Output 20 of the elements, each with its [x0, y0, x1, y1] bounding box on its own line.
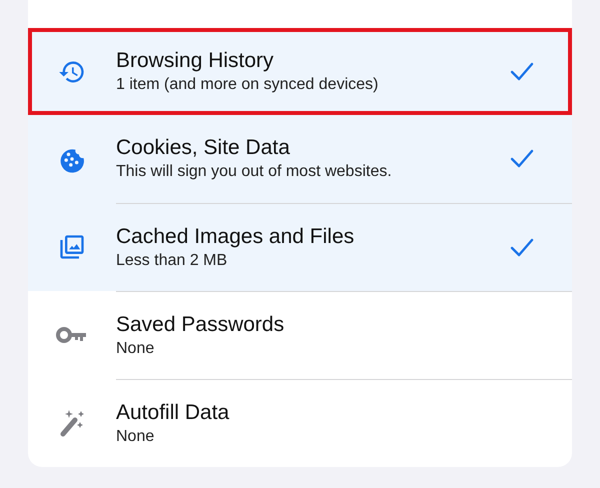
checkmark-icon [510, 62, 534, 82]
list-item[interactable]: Cached Images and Files Less than 2 MB [28, 203, 572, 291]
item-subtitle: None [116, 338, 156, 358]
list-item[interactable]: Autofill Data None [28, 379, 572, 467]
item-title: Cookies, Site Data [116, 135, 291, 161]
image-stack-icon [58, 233, 86, 261]
checkmark-icon [510, 149, 534, 169]
item-subtitle: This will sign you out of most websites. [116, 162, 393, 182]
item-title: Autofill Data [116, 400, 230, 426]
checkmark-icon [510, 238, 534, 258]
item-title: Browsing History [116, 48, 275, 74]
list-item[interactable]: Cookies, Site Data This will sign you out of most websites. [28, 115, 572, 203]
item-subtitle: 1 item (and more on synced devices) [116, 74, 380, 94]
item-subtitle: None [116, 426, 156, 446]
item-subtitle: Less than 2 MB [116, 250, 228, 270]
item-title: Cached Images and Files [116, 224, 356, 250]
list-item[interactable]: Saved Passwords None [28, 291, 572, 379]
item-title: Saved Passwords [116, 312, 286, 338]
key-icon [56, 325, 88, 345]
list-item[interactable]: Browsing History 1 item (and more on synced devices) [28, 28, 572, 115]
